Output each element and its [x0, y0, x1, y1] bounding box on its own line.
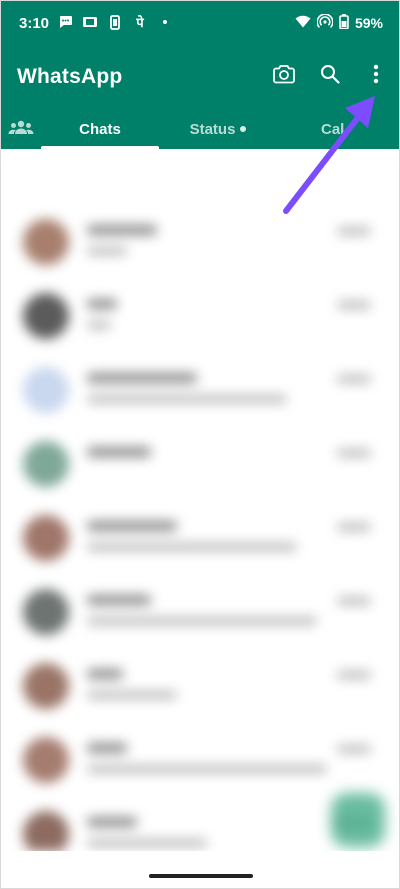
more-options-icon: [373, 64, 379, 89]
active-tab-indicator: [41, 146, 159, 149]
status-time: 3:10: [19, 15, 50, 32]
hotspot-icon: [316, 13, 334, 32]
list-item[interactable]: [15, 207, 381, 281]
avatar: [23, 811, 69, 851]
camera-icon: [273, 64, 295, 89]
list-item[interactable]: [15, 281, 381, 355]
search-icon: [320, 64, 340, 89]
avatar: [23, 219, 69, 265]
list-item[interactable]: [15, 651, 381, 725]
tab-bar: Chats Status Cal: [1, 109, 399, 149]
tab-status[interactable]: Status: [159, 109, 277, 149]
search-button[interactable]: [307, 59, 353, 93]
app-header: 3:10 पे 59% WhatsApp Chats Status Cal: [1, 1, 399, 149]
status-update-dot: [240, 126, 247, 132]
wifi-icon: [295, 15, 311, 31]
avatar: [23, 441, 69, 487]
avatar: [23, 663, 69, 709]
avatar: [23, 367, 69, 413]
tab-status-label: Status: [189, 120, 236, 138]
nav-bar-area: [1, 851, 399, 888]
dot-icon: [157, 14, 173, 30]
camera-button[interactable]: [261, 59, 307, 93]
chat-list-blurred: [15, 167, 381, 851]
system-icons: 59%: [295, 13, 383, 32]
tab-communities[interactable]: [1, 109, 41, 149]
list-item[interactable]: [15, 503, 381, 577]
gesture-nav-handle[interactable]: [149, 874, 253, 878]
phone-battery-icon: [107, 14, 123, 30]
list-item[interactable]: [15, 429, 381, 503]
communities-icon: [8, 119, 34, 139]
new-chat-fab[interactable]: [331, 793, 385, 847]
avatar: [23, 293, 69, 339]
hindi-letter-icon: पे: [136, 15, 144, 30]
list-item[interactable]: [15, 799, 381, 851]
tab-calls[interactable]: Cal: [321, 109, 399, 149]
avatar: [23, 737, 69, 783]
app-title: WhatsApp: [17, 65, 123, 88]
battery-percent: 59%: [354, 15, 383, 31]
tab-chats[interactable]: Chats: [41, 109, 159, 149]
battery-icon: [339, 14, 349, 32]
app-bar-actions: [261, 59, 399, 93]
tab-chats-label: Chats: [79, 120, 121, 138]
list-item[interactable]: [15, 577, 381, 651]
notification-icons: पे: [57, 14, 173, 30]
list-item[interactable]: [15, 725, 381, 799]
list-item[interactable]: [15, 355, 381, 429]
sim-icon: [82, 14, 98, 30]
more-options-button[interactable]: [353, 59, 399, 93]
avatar: [23, 589, 69, 635]
chat-bubble-icon: [57, 14, 73, 30]
phone-screen: 3:10 पे 59% WhatsApp Chats Status Cal: [0, 0, 400, 889]
avatar: [23, 515, 69, 561]
tab-calls-label: Cal: [321, 120, 345, 138]
status-bar: 3:10 पे 59%: [1, 1, 399, 49]
